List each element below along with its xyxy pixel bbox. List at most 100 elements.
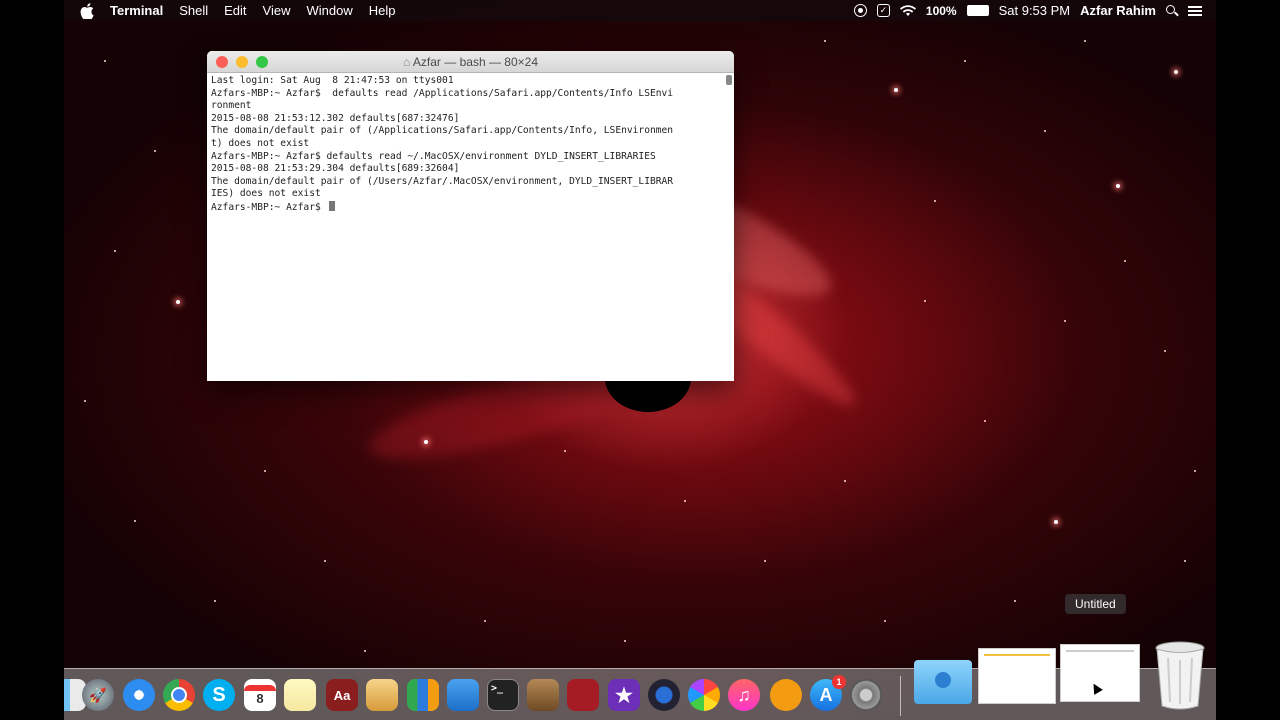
star	[764, 560, 766, 562]
checkmark-icon[interactable]: ✓	[876, 4, 890, 17]
menu-view[interactable]: View	[255, 3, 299, 18]
chrome-icon[interactable]	[163, 679, 195, 711]
terminal-line: IES) does not exist	[211, 188, 321, 200]
dock-divider	[900, 676, 901, 716]
star	[176, 300, 180, 304]
menu-app-name[interactable]: Terminal	[102, 3, 171, 18]
star	[114, 250, 116, 252]
star	[1084, 40, 1086, 42]
downloads-folder-icon[interactable]	[914, 660, 972, 704]
terminal-line: The domain/default pair of (/Users/Azfar…	[211, 175, 674, 187]
notes-icon[interactable]	[284, 679, 316, 711]
camera-icon[interactable]	[648, 679, 680, 711]
preview-icon[interactable]	[366, 679, 398, 711]
terminal-titlebar[interactable]: ⌂ Azfar — bash — 80×24	[207, 51, 734, 73]
safari-icon[interactable]: ✦	[123, 679, 155, 711]
star	[924, 300, 926, 302]
calendar-icon[interactable]: 8	[244, 679, 276, 711]
menu-window[interactable]: Window	[299, 3, 361, 18]
dock-tooltip: Untitled	[1065, 594, 1126, 614]
system-preferences-icon[interactable]	[850, 679, 882, 711]
terminal-prompt-line[interactable]: Azfars-MBP:~ Azfar$	[211, 200, 716, 215]
star	[1014, 600, 1016, 602]
terminal-prompt: Azfars-MBP:~ Azfar$	[211, 201, 327, 213]
star	[1194, 470, 1196, 472]
star	[484, 620, 486, 622]
terminal-line: Azfars-MBP:~ Azfar$ defaults read ~/.Mac…	[211, 150, 656, 162]
desktop: Terminal Shell Edit View Window Help ✓ 1…	[64, 0, 1216, 720]
terminal-line: Last login: Sat Aug 8 21:47:53 on ttys00…	[211, 75, 454, 86]
star	[1184, 560, 1186, 562]
terminal-window[interactable]: ⌂ Azfar — bash — 80×24 Last login: Sat A…	[207, 51, 734, 381]
terminal-line: ronment	[211, 100, 252, 112]
wallpaper-apple-logo	[605, 378, 691, 412]
battery-icon[interactable]	[966, 5, 989, 16]
photo-booth-icon[interactable]	[567, 679, 599, 711]
wifi-icon[interactable]	[899, 4, 916, 17]
star	[364, 650, 366, 652]
terminal-line: The domain/default pair of (/Application…	[211, 125, 674, 137]
app-store-badge: 1	[832, 675, 846, 689]
archive-icon[interactable]	[527, 679, 559, 711]
star	[214, 600, 216, 602]
menu-shell[interactable]: Shell	[171, 3, 216, 18]
itunes-icon[interactable]: ♫	[728, 679, 760, 711]
menu-help[interactable]: Help	[361, 3, 404, 18]
user-name[interactable]: Azfar Rahim	[1080, 3, 1156, 18]
star	[1164, 350, 1166, 352]
terminal-line: 2015-08-08 21:53:12.302 defaults[687:324…	[211, 112, 460, 124]
star	[684, 500, 686, 502]
star	[564, 450, 566, 452]
star	[1044, 130, 1046, 132]
star	[324, 560, 326, 562]
star	[154, 150, 156, 152]
star	[84, 400, 86, 402]
mouse-pointer-icon	[1089, 681, 1103, 695]
calendar-day: 8	[256, 690, 264, 706]
numbers-icon[interactable]	[407, 679, 439, 711]
trash-icon[interactable]	[1154, 640, 1206, 710]
untitled-doc-icon[interactable]	[978, 648, 1056, 704]
status-area: ✓ 100% Sat 9:53 PM Azfar Rahim	[853, 3, 1216, 18]
window-title-text: Azfar — bash — 80×24	[412, 54, 538, 69]
star	[1124, 260, 1126, 262]
textedit-doc-icon[interactable]	[1060, 644, 1140, 702]
photos-icon[interactable]	[688, 679, 720, 711]
terminal-line: 2015-08-08 21:53:29.304 defaults[689:326…	[211, 163, 460, 175]
scrollbar-thumb[interactable]	[726, 75, 732, 85]
star	[964, 60, 966, 62]
star	[264, 470, 266, 472]
terminal-output[interactable]: Last login: Sat Aug 8 21:47:53 on ttys00…	[207, 73, 734, 381]
notification-center-icon[interactable]	[1188, 5, 1202, 16]
text-cursor	[328, 200, 335, 211]
terminal-line: t) does not exist	[211, 137, 310, 149]
dictionary-icon[interactable]: Aa	[326, 679, 358, 711]
clock[interactable]: Sat 9:53 PM	[999, 3, 1071, 18]
star	[424, 440, 428, 444]
home-folder-icon: ⌂	[403, 54, 413, 69]
apple-menu-icon[interactable]	[80, 2, 94, 19]
terminal-icon[interactable]: >_	[487, 679, 519, 711]
terminal-line: Azfars-MBP:~ Azfar$ defaults read /Appli…	[211, 87, 674, 99]
star	[894, 88, 898, 92]
star	[934, 200, 936, 202]
search-icon[interactable]	[1166, 4, 1179, 17]
download-arrow-icon	[935, 672, 951, 688]
star	[624, 640, 626, 642]
star	[134, 520, 136, 522]
menu-edit[interactable]: Edit	[216, 3, 254, 18]
star	[1116, 184, 1120, 188]
launchpad-icon[interactable]: 🚀	[82, 679, 114, 711]
skype-icon[interactable]: S	[203, 679, 235, 711]
imovie-icon[interactable]: ★	[608, 679, 640, 711]
keynote-icon[interactable]	[447, 679, 479, 711]
record-icon[interactable]	[853, 4, 867, 17]
star	[884, 620, 886, 622]
window-title: ⌂ Azfar — bash — 80×24	[207, 55, 734, 69]
ibooks-icon[interactable]	[770, 679, 802, 711]
battery-percent[interactable]: 100%	[926, 4, 957, 18]
star	[844, 480, 846, 482]
star	[1054, 520, 1058, 524]
app-store-icon[interactable]: A1	[810, 675, 846, 711]
star	[1174, 70, 1178, 74]
